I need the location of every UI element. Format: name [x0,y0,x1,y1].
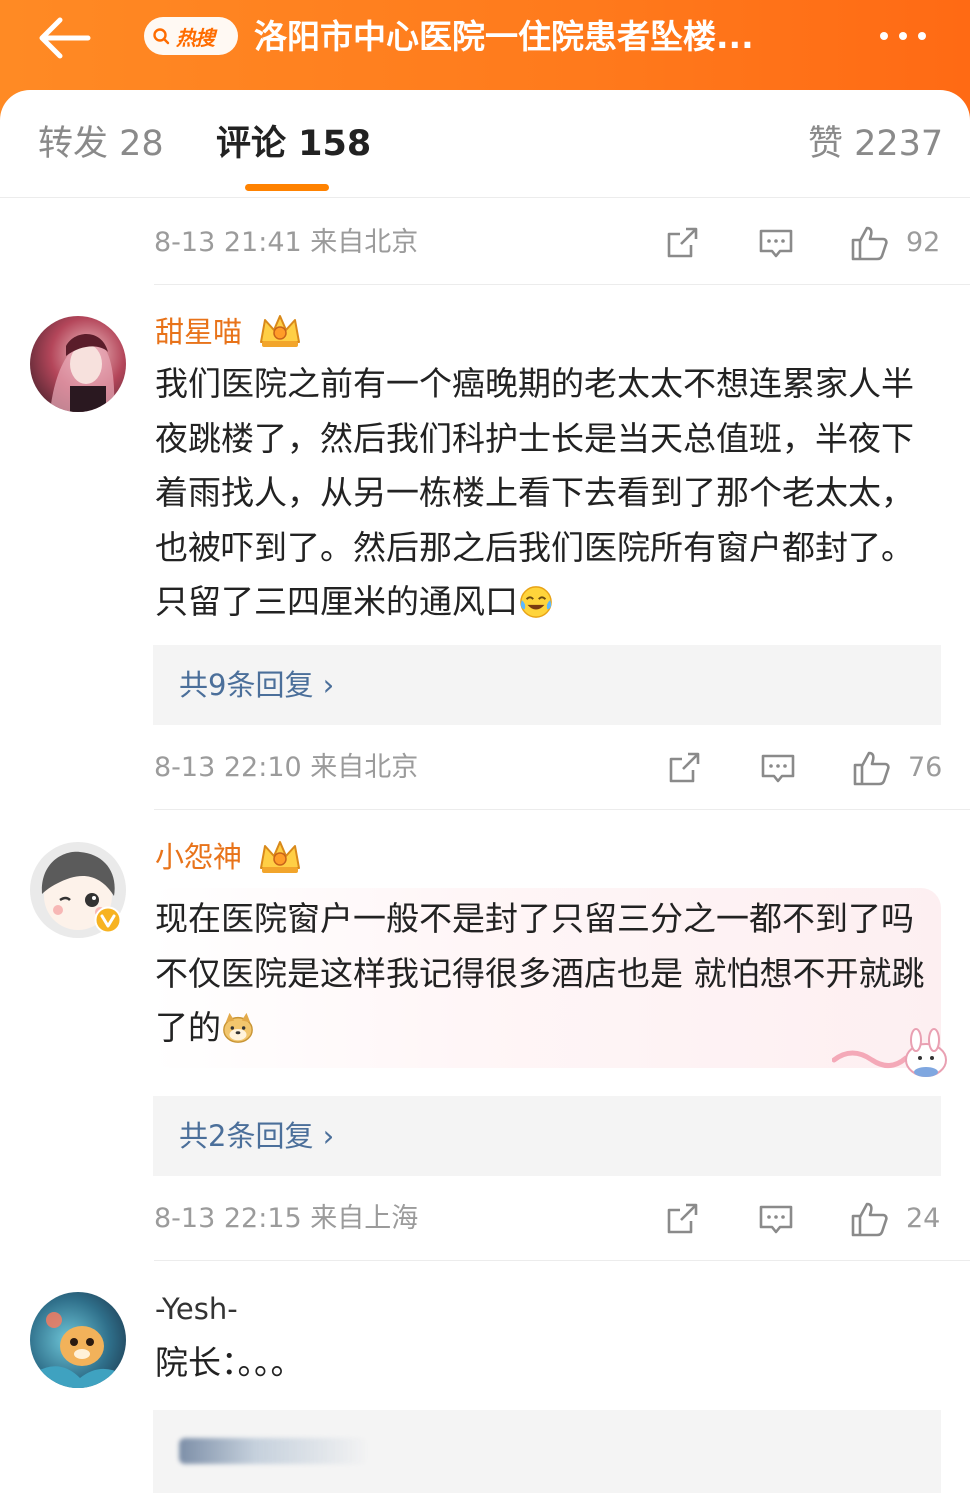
view-replies-label: 共9条回复 [179,668,314,702]
comment-text-content: 我们医院之前有一个癌晚期的老太太不想连累家人半夜跳楼了，然后我们科护士长是当天总… [155,364,914,621]
verified-badge-icon [94,906,122,934]
like-count: 92 [906,227,941,258]
blurred-reply-preview [179,1438,369,1464]
crying-laughing-emoji [520,586,552,618]
like-icon[interactable] [852,750,892,786]
hot-search-badge[interactable]: 热搜 [144,17,238,55]
back-arrow-icon[interactable] [34,14,94,62]
comment-text-content: 现在医院窗户一般不是封了只留三分之一都不到了吗 不仅医院是这样我记得很多酒店也是… [155,899,925,1047]
comment-sheet: 转发 28 评论 158 赞 2237 [0,90,970,1493]
like-count: 76 [908,752,943,783]
comment-meta: 8-13 21:41 来自北京 92 [154,223,944,263]
username[interactable]: -Yesh- [155,1289,238,1329]
tab-likes[interactable]: 赞 2237 [808,122,943,166]
chevron-right-icon: › [322,1119,335,1153]
like-icon[interactable] [850,225,890,261]
comment-text: 现在医院窗户一般不是封了只留三分之一都不到了吗 不仅医院是这样我记得很多酒店也是… [155,892,925,1056]
avatar[interactable] [30,1292,126,1388]
vip-crown-icon [260,841,300,873]
search-icon [153,28,170,45]
divider [154,1260,970,1261]
comment-icon[interactable] [760,750,796,786]
more-dots-icon[interactable] [880,24,936,48]
comment-time: 8-13 22:10 来自北京 [154,752,419,783]
avatar[interactable] [30,316,126,412]
view-replies-label: 共2条回复 [179,1119,314,1153]
chevron-right-icon: › [322,668,335,702]
tab-comments[interactable]: 评论 158 [216,122,371,166]
comment-meta: 8-13 22:10 来自北京 76 [154,748,944,788]
like-icon[interactable] [850,1201,890,1237]
comment-icon[interactable] [758,225,794,261]
share-icon[interactable] [666,750,702,786]
avatar-illustration [50,333,115,412]
avatar-illustration [36,1312,122,1388]
vip-crown-icon [260,315,300,347]
page-title: 洛阳市中心医院一住院患者坠楼... [254,17,754,56]
view-replies-link[interactable]: 共9条回复 › [179,665,334,705]
comment-icon[interactable] [758,1201,794,1237]
comment-time: 8-13 21:41 来自北京 [154,227,419,258]
view-replies-link[interactable]: 共2条回复 › [179,1116,334,1156]
comment-meta: 8-13 22:15 来自上海 24 [154,1199,944,1239]
reply-summary[interactable] [153,1410,941,1493]
comment-time: 8-13 22:15 来自上海 [154,1203,419,1234]
reply-summary[interactable]: 共2条回复 › [153,1096,941,1176]
divider [154,809,970,810]
comment-text: 我们医院之前有一个癌晚期的老太太不想连累家人半夜跳楼了，然后我们科护士长是当天总… [155,357,945,630]
username[interactable]: 小怨神 [155,837,242,877]
tab-reposts[interactable]: 转发 28 [38,122,164,166]
doge-emoji [223,1012,253,1043]
divider [154,284,970,285]
reply-summary[interactable]: 共9条回复 › [153,645,941,725]
tab-bar: 转发 28 评论 158 赞 2237 [0,90,970,198]
share-icon[interactable] [664,1201,700,1237]
like-count: 24 [906,1203,941,1234]
comment-text: 院长：。。。 [155,1343,304,1382]
hot-search-label: 热搜 [176,25,215,50]
tab-active-indicator [245,184,329,191]
share-icon[interactable] [664,225,700,261]
username[interactable]: 甜星喵 [155,312,242,352]
